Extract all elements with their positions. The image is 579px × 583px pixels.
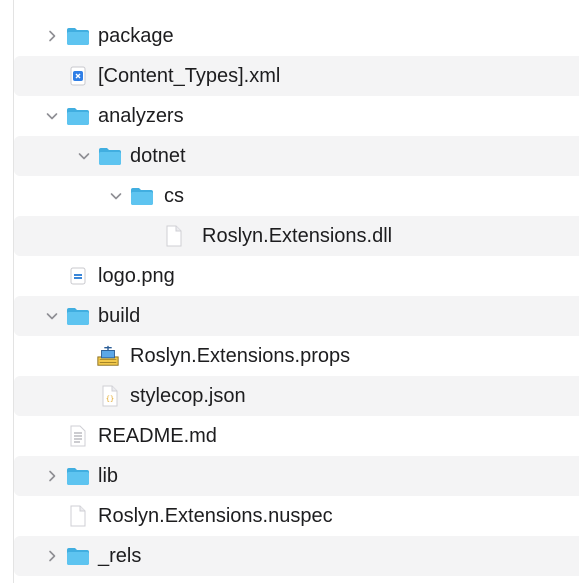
list-item[interactable]: {} stylecop.json <box>14 376 579 416</box>
disclosure-expanded-icon[interactable] <box>76 148 92 164</box>
item-name: analyzers <box>98 105 184 127</box>
item-name: README.md <box>98 425 217 447</box>
item-name: Roslyn.Extensions.dll <box>202 225 393 247</box>
finder-window: package [Content_Types].xml analyzers do… <box>0 0 579 583</box>
list-item[interactable]: logo.png <box>14 256 579 296</box>
item-name: [Content_Types].xml <box>98 65 281 87</box>
disclosure-expanded-icon[interactable] <box>44 308 60 324</box>
list-item[interactable]: build <box>14 296 579 336</box>
item-name: build <box>98 305 141 327</box>
xml-file-icon <box>66 64 90 88</box>
disclosure-collapsed-icon[interactable] <box>44 548 60 564</box>
item-name: package <box>98 25 174 47</box>
list-item[interactable]: _rels <box>14 536 579 576</box>
file-list: package [Content_Types].xml analyzers do… <box>14 16 579 576</box>
list-item[interactable]: package <box>14 16 579 56</box>
disclosure-collapsed-icon[interactable] <box>44 468 60 484</box>
list-item[interactable]: dotnet <box>14 136 579 176</box>
list-item[interactable]: README.md <box>14 416 579 456</box>
item-name: cs <box>164 185 184 207</box>
props-file-icon <box>96 344 120 368</box>
folder-icon <box>66 544 90 568</box>
folder-icon <box>130 184 154 208</box>
disclosure-collapsed-icon[interactable] <box>44 28 60 44</box>
item-name: _rels <box>98 545 142 567</box>
generic-file-icon <box>162 224 186 248</box>
folder-icon <box>98 144 122 168</box>
list-item[interactable]: Roslyn.Extensions.dll <box>14 216 579 256</box>
list-item[interactable]: lib <box>14 456 579 496</box>
folder-icon <box>66 304 90 328</box>
list-item[interactable]: Roslyn.Extensions.nuspec <box>14 496 579 536</box>
folder-icon <box>66 104 90 128</box>
list-item[interactable]: Roslyn.Extensions.props <box>14 336 579 376</box>
svg-text:{}: {} <box>106 395 114 403</box>
item-name: lib <box>98 465 119 487</box>
text-file-icon <box>66 424 90 448</box>
item-name: Roslyn.Extensions.props <box>130 345 351 367</box>
json-file-icon: {} <box>98 384 122 408</box>
item-name: dotnet <box>130 145 186 167</box>
list-item[interactable]: analyzers <box>14 96 579 136</box>
image-file-icon <box>66 264 90 288</box>
folder-icon <box>66 464 90 488</box>
disclosure-expanded-icon[interactable] <box>108 188 124 204</box>
item-name: logo.png <box>98 265 175 287</box>
disclosure-expanded-icon[interactable] <box>44 108 60 124</box>
folder-icon <box>66 24 90 48</box>
generic-file-icon <box>66 504 90 528</box>
list-item[interactable]: [Content_Types].xml <box>14 56 579 96</box>
item-name: stylecop.json <box>130 385 246 407</box>
item-name: Roslyn.Extensions.nuspec <box>98 505 333 527</box>
list-item[interactable]: cs <box>14 176 579 216</box>
